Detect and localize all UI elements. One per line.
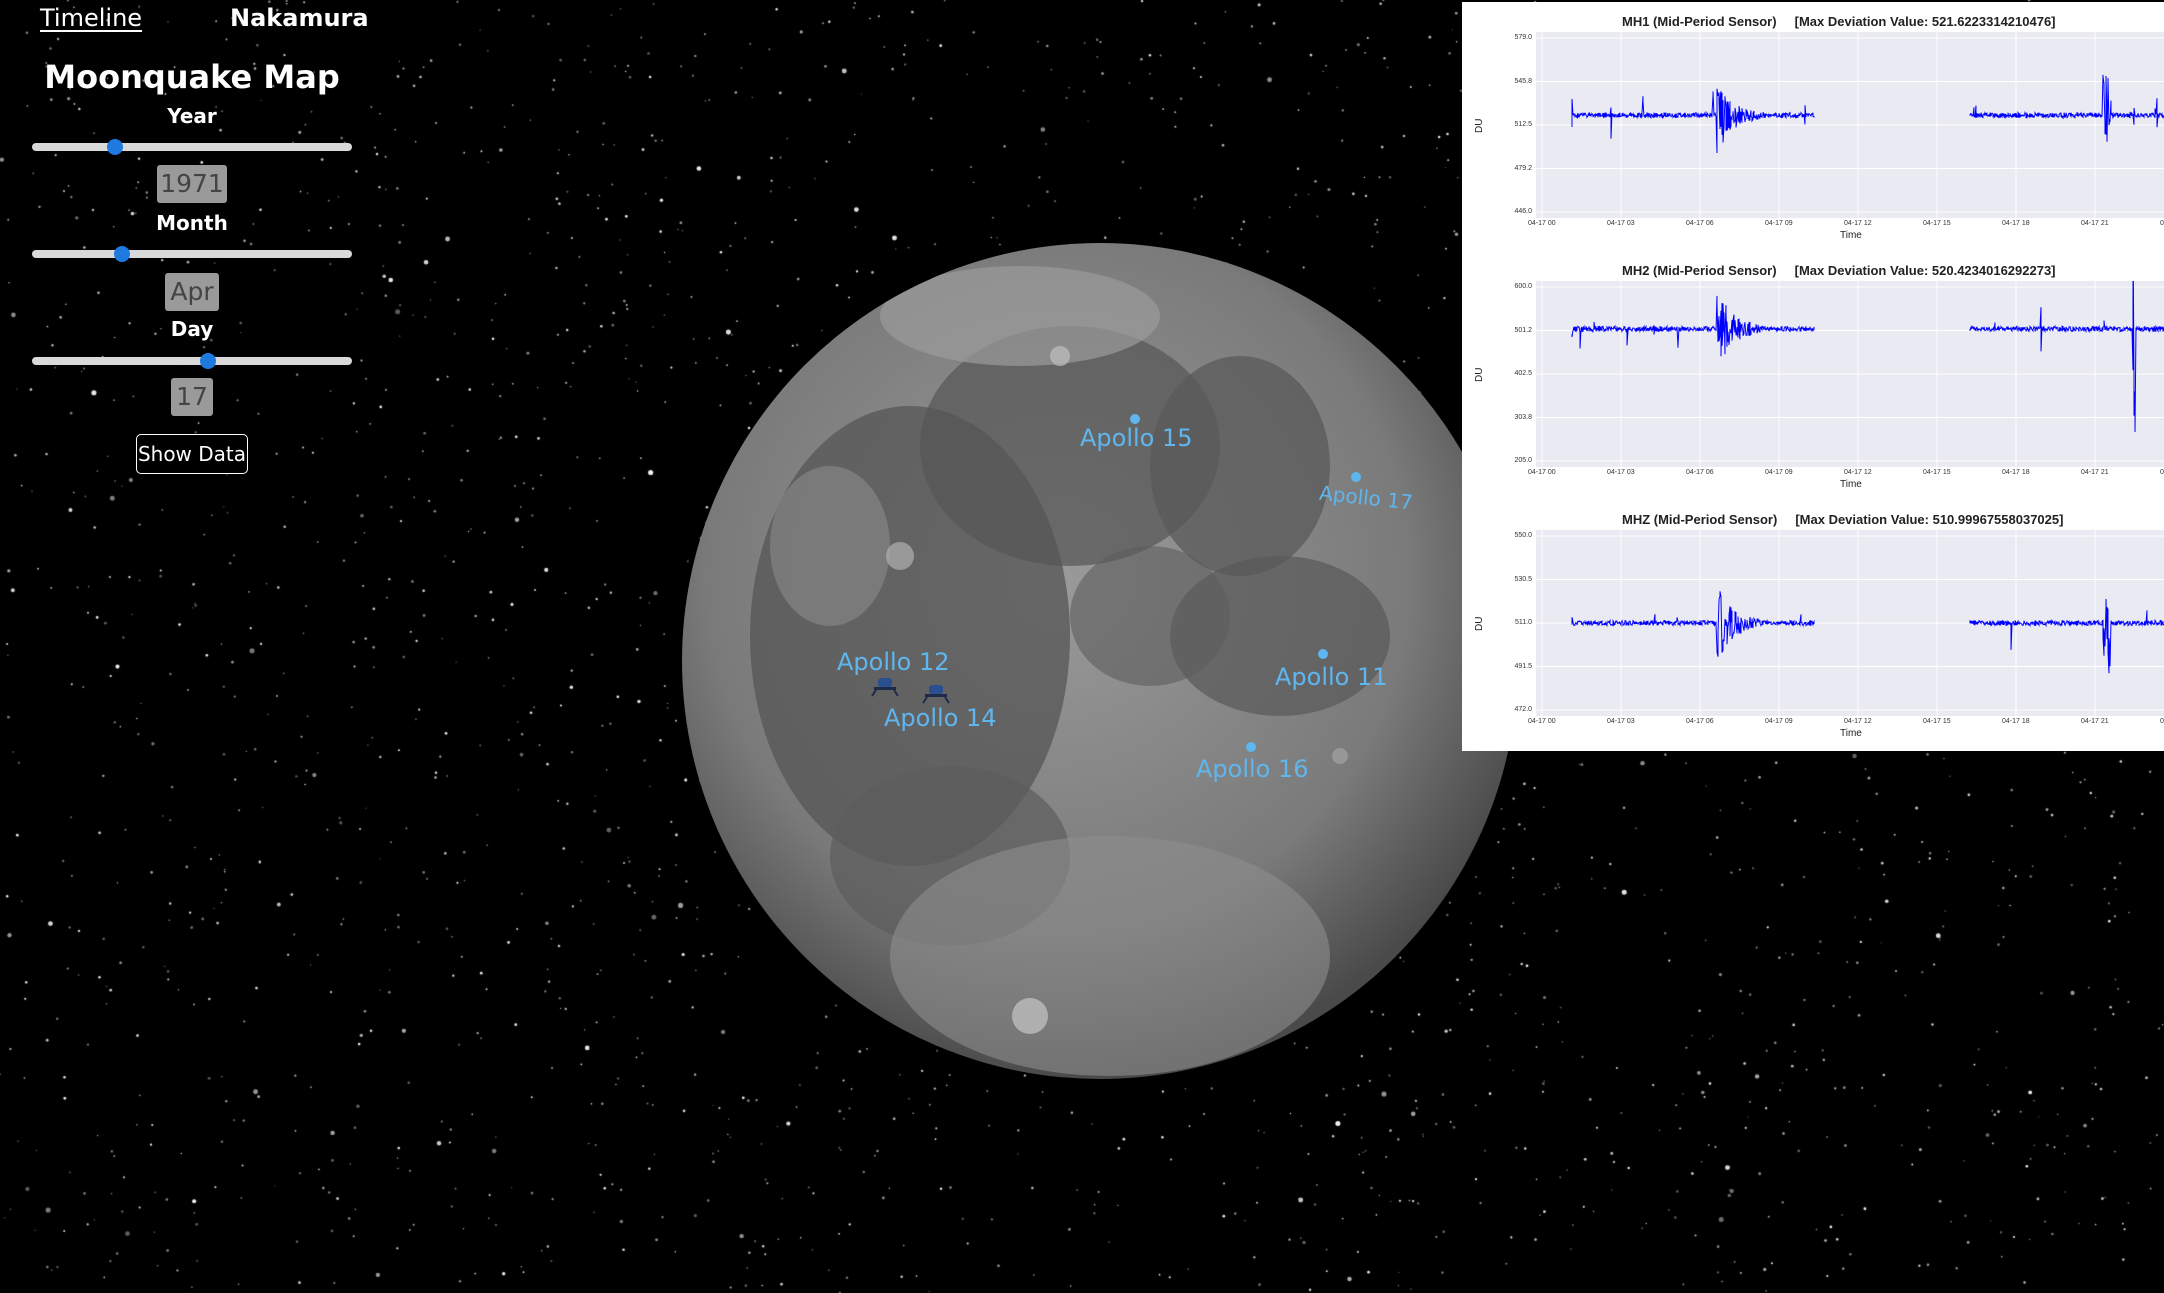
y-tick-label: 472.0 [1514,706,1532,713]
month-slider-thumb[interactable] [113,246,130,262]
y-axis-label: DU [1474,367,1485,382]
x-tick-label: 04-17 18 [2002,469,2030,476]
y-tick-label: 479.2 [1514,164,1532,172]
month-label: Month [156,211,228,235]
x-tick-label: 04-17 21 [2081,718,2109,725]
x-tick-label: 04-17 18 [2002,220,2030,227]
station-label: Apollo 15 [1080,424,1193,452]
seismogram-panel: MH1 (Mid-Period Sensor) [Max Deviation V… [1462,2,2164,751]
x-tick-label: 04 [2160,469,2164,476]
x-tick-label: 04-17 00 [1528,718,1556,725]
x-tick-label: 04-17 21 [2081,220,2109,227]
station-dot [1318,649,1328,659]
day-value: 17 [171,378,213,416]
x-tick-label: 04-17 00 [1528,220,1556,227]
x-tick-label: 04-17 12 [1844,718,1872,725]
x-tick-label: 04-17 12 [1844,469,1872,476]
seismogram-chart [1536,32,2164,218]
y-axis-label: DU [1474,616,1485,631]
y-tick-label: 550.0 [1514,532,1532,539]
y-tick-label: 491.5 [1514,662,1532,670]
y-tick-label: 303.8 [1514,413,1532,421]
seismogram-trace [1571,591,2164,674]
station-label: Apollo 16 [1196,755,1309,783]
moon-globe[interactable]: Apollo 15 Apollo 17 Apollo 12 Apollo 14 [680,236,1520,1086]
y-tick-label: 512.5 [1514,121,1532,128]
plot-area [1536,281,2164,467]
y-tick-label: 205.0 [1514,457,1532,464]
x-tick-label: 04 [2160,220,2164,227]
station-label: Apollo 14 [884,704,997,732]
x-tick-label: 04-17 06 [1686,220,1714,227]
y-axis-label: DU [1474,118,1485,133]
x-tick-label: 04-17 09 [1765,469,1793,476]
plot-area [1536,32,2164,218]
x-tick-label: 04-17 00 [1528,469,1556,476]
plot-area [1536,530,2164,716]
seismogram-chart [1536,281,2164,467]
x-tick-label: 04-17 09 [1765,718,1793,725]
y-tick-label: 402.5 [1514,370,1532,377]
top-nav: Timeline Nakamura [0,4,380,44]
station-dot [1246,742,1256,752]
day-slider[interactable] [32,353,352,369]
x-tick-label: 04 [2160,718,2164,725]
plot-title: MHZ (Mid-Period Sensor) [Max Deviation V… [1622,512,2064,527]
station-dot [1130,414,1140,424]
x-axis-label: Time [1840,728,1862,739]
x-axis-label: Time [1840,479,1862,490]
day-slider-thumb[interactable] [200,353,216,369]
y-tick-label: 511.0 [1515,619,1532,626]
day-label: Day [170,317,214,341]
plot-title: MH2 (Mid-Period Sensor) [Max Deviation V… [1622,263,2056,278]
y-tick-label: 545.8 [1514,77,1532,85]
x-tick-label: 04-17 15 [1923,718,1951,725]
y-tick-label: 530.5 [1514,575,1532,583]
x-tick-label: 04-17 03 [1607,718,1635,725]
show-data-button[interactable]: Show Data [136,434,248,474]
page-title: Moonquake Map [44,58,340,96]
x-tick-label: 04-17 09 [1765,220,1793,227]
x-tick-label: 04-17 03 [1607,469,1635,476]
x-axis-label: Time [1840,230,1862,241]
month-slider[interactable] [32,246,352,262]
month-value: Apr [165,273,219,311]
x-tick-label: 04-17 03 [1607,220,1635,227]
seismogram-trace [1571,281,2164,433]
y-tick-label: 600.0 [1514,283,1532,290]
y-tick-label: 501.2 [1514,326,1532,334]
y-tick-label: 446.0 [1514,208,1532,215]
seismogram-chart [1536,530,2164,716]
nav-nakamura-link[interactable]: Nakamura [230,4,369,32]
x-tick-label: 04-17 06 [1686,469,1714,476]
year-slider[interactable] [32,139,352,155]
station-label: Apollo 11 [1275,663,1388,691]
station-label: Apollo 12 [837,648,950,676]
x-tick-label: 04-17 18 [2002,718,2030,725]
y-tick-label: 579.0 [1514,34,1532,41]
x-tick-label: 04-17 21 [2081,469,2109,476]
x-tick-label: 04-17 12 [1844,220,1872,227]
x-tick-label: 04-17 15 [1923,220,1951,227]
seismogram-trace [1571,74,2164,154]
nav-timeline-link[interactable]: Timeline [40,4,142,32]
x-tick-label: 04-17 06 [1686,718,1714,725]
station-dot [1351,472,1361,482]
year-value: 1971 [157,165,227,203]
year-label: Year [167,104,217,128]
plot-title: MH1 (Mid-Period Sensor) [Max Deviation V… [1622,14,2056,29]
x-tick-label: 04-17 15 [1923,469,1951,476]
